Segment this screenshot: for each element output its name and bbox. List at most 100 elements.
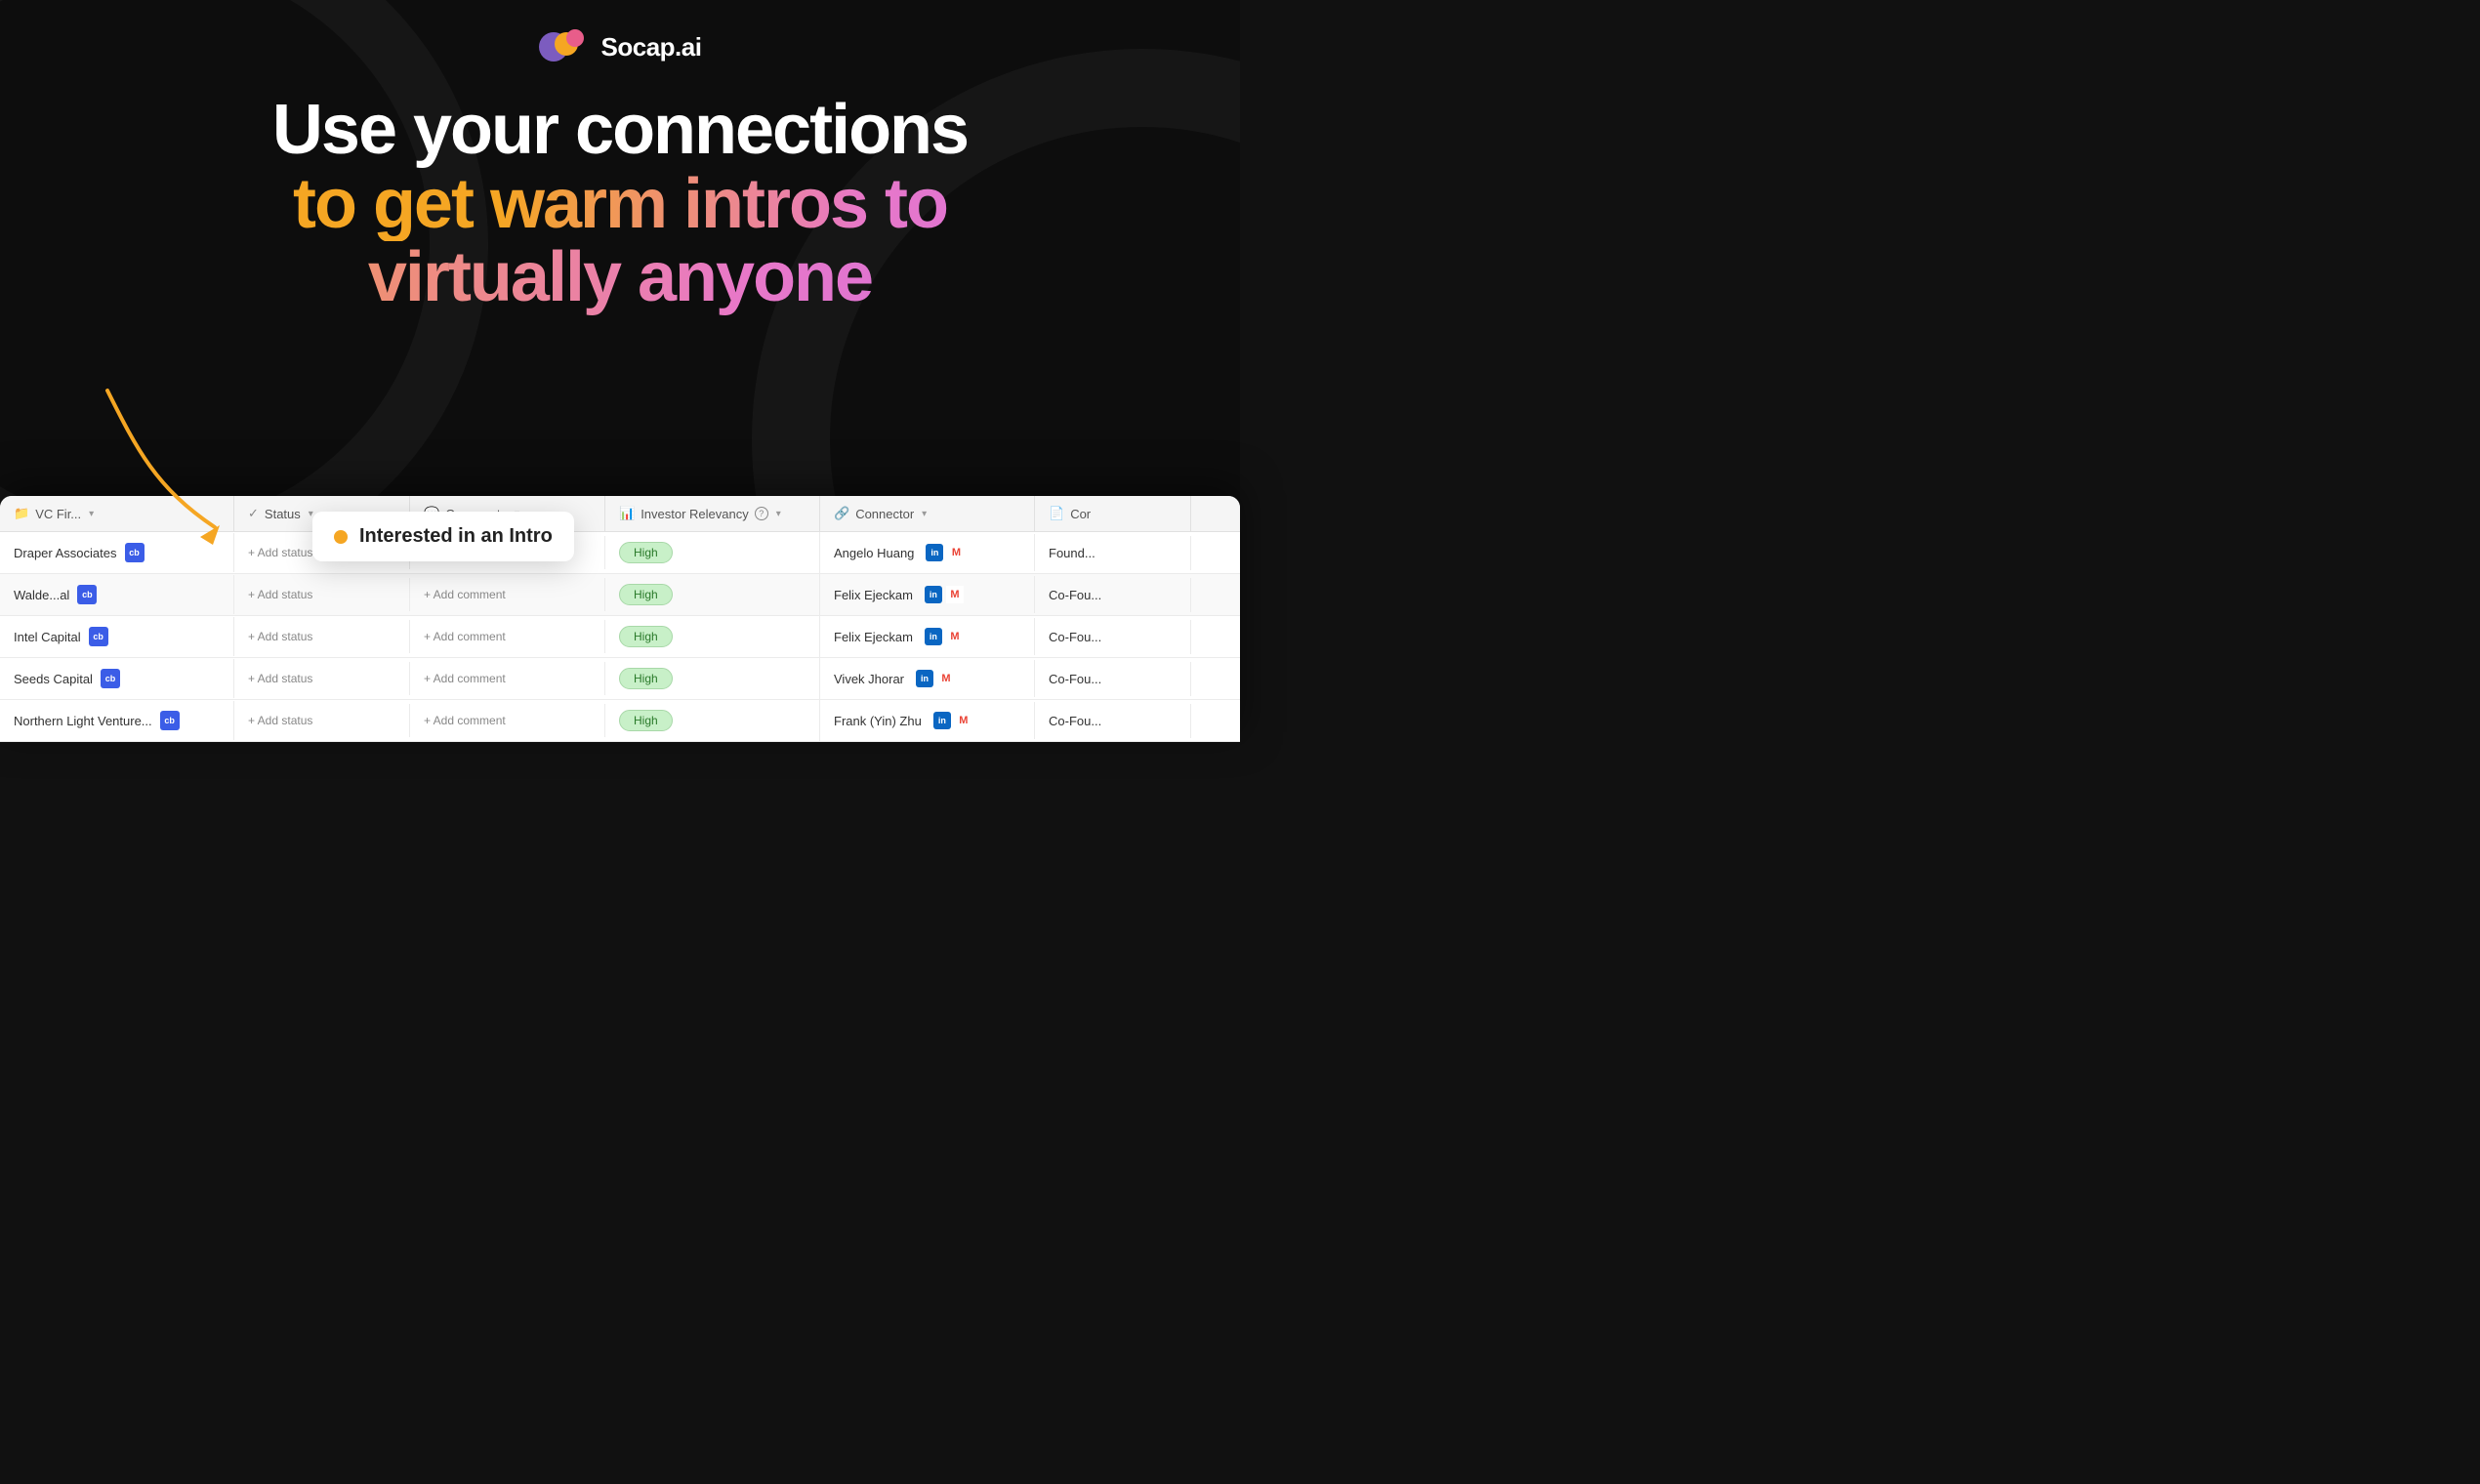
cor-value-3: Co-Fou...: [1049, 630, 1101, 644]
td-cor-2: Co-Fou...: [1035, 578, 1191, 612]
crunchbase-icon[interactable]: cb: [77, 585, 97, 604]
relevancy-badge-4: High: [619, 668, 673, 689]
table-row: Seeds Capital cb + Add status + Add comm…: [0, 658, 1240, 700]
td-connector-3: Felix Ejeckam in M: [820, 618, 1035, 655]
relevancy-badge-5: High: [619, 710, 673, 731]
th-cor-label: Cor: [1070, 507, 1091, 521]
th-connector[interactable]: 🔗 Connector ▾: [820, 496, 1035, 531]
th-vc-label: VC Fir...: [35, 507, 81, 521]
logo-icon: [539, 29, 590, 64]
gmail-icon[interactable]: M: [937, 670, 955, 687]
folder-icon: 📁: [14, 506, 29, 521]
connector-icon: 🔗: [834, 506, 849, 521]
connector-icons-2: in M: [925, 586, 964, 603]
gmail-icon[interactable]: M: [946, 586, 964, 603]
linkedin-icon[interactable]: in: [925, 586, 942, 603]
relevancy-badge-3: High: [619, 626, 673, 647]
linkedin-icon[interactable]: in: [933, 712, 951, 729]
connector-icons-4: in M: [916, 670, 955, 687]
add-status-btn-1[interactable]: + Add status: [248, 546, 312, 559]
add-status-btn-4[interactable]: + Add status: [248, 672, 312, 685]
add-status-btn-5[interactable]: + Add status: [248, 714, 312, 727]
td-relevancy-3: High: [605, 616, 820, 657]
td-status-2[interactable]: + Add status: [234, 578, 410, 611]
header: Socap.ai: [0, 0, 1240, 64]
table-row: Draper Associates cb + Add status + Add …: [0, 532, 1240, 574]
td-vc-2: Walde...al cb: [0, 575, 234, 614]
vc-name-2: Walde...al: [14, 588, 69, 602]
td-comments-4[interactable]: + Add comment: [410, 662, 605, 695]
add-status-btn-3[interactable]: + Add status: [248, 630, 312, 643]
linkedin-icon[interactable]: in: [926, 544, 943, 561]
td-comments-3[interactable]: + Add comment: [410, 620, 605, 653]
relevancy-badge-2: High: [619, 584, 673, 605]
gmail-icon[interactable]: M: [947, 544, 965, 561]
td-vc-3: Intel Capital cb: [0, 617, 234, 656]
cor-value-2: Co-Fou...: [1049, 588, 1101, 602]
th-connector-label: Connector: [855, 507, 914, 521]
cor-value-1: Found...: [1049, 546, 1095, 560]
td-cor-5: Co-Fou...: [1035, 704, 1191, 738]
td-comments-2[interactable]: + Add comment: [410, 578, 605, 611]
connector-icons-1: in M: [926, 544, 965, 561]
linkedin-icon[interactable]: in: [925, 628, 942, 645]
td-comments-5[interactable]: + Add comment: [410, 704, 605, 737]
td-relevancy-2: High: [605, 574, 820, 615]
td-connector-4: Vivek Jhorar in M: [820, 660, 1035, 697]
td-vc-5: Northern Light Venture... cb: [0, 701, 234, 740]
table-row: Walde...al cb + Add status + Add comment…: [0, 574, 1240, 616]
td-cor-1: Found...: [1035, 536, 1191, 570]
th-relevancy[interactable]: 📊 Investor Relevancy ? ▾: [605, 496, 820, 531]
gmail-icon[interactable]: M: [946, 628, 964, 645]
td-status-3[interactable]: + Add status: [234, 620, 410, 653]
crunchbase-icon[interactable]: cb: [125, 543, 145, 562]
td-status-5[interactable]: + Add status: [234, 704, 410, 737]
th-vc[interactable]: 📁 VC Fir... ▾: [0, 496, 234, 531]
chart-icon: 📊: [619, 506, 635, 521]
connector-icons-3: in M: [925, 628, 964, 645]
connector-name-1: Angelo Huang: [834, 546, 914, 560]
document-icon: 📄: [1049, 506, 1064, 521]
data-table: 📁 VC Fir... ▾ ✓ Status ▾ 💬 Comments ▾ 📊 …: [0, 496, 1240, 742]
help-icon: ?: [755, 507, 768, 520]
td-connector-2: Felix Ejeckam in M: [820, 576, 1035, 613]
table-body: Draper Associates cb + Add status + Add …: [0, 532, 1240, 742]
td-relevancy-5: High: [605, 700, 820, 741]
connector-name-5: Frank (Yin) Zhu: [834, 714, 922, 728]
td-vc-4: Seeds Capital cb: [0, 659, 234, 698]
connector-name-3: Felix Ejeckam: [834, 630, 913, 644]
hero-section: Use your connections to get warm intros …: [0, 64, 1240, 315]
connector-icons-5: in M: [933, 712, 972, 729]
th-relevancy-label: Investor Relevancy: [641, 507, 749, 521]
chevron-down-icon: ▾: [89, 509, 94, 519]
add-comment-btn-2[interactable]: + Add comment: [424, 588, 506, 601]
gmail-icon[interactable]: M: [955, 712, 972, 729]
hero-line1: Use your connections: [20, 94, 1220, 168]
add-comment-btn-3[interactable]: + Add comment: [424, 630, 506, 643]
vc-name-3: Intel Capital: [14, 630, 81, 644]
logo-circle-pink: [566, 29, 584, 47]
td-status-4[interactable]: + Add status: [234, 662, 410, 695]
check-circle-icon: ✓: [248, 506, 259, 521]
linkedin-icon[interactable]: in: [916, 670, 933, 687]
crunchbase-icon[interactable]: cb: [89, 627, 108, 646]
table-row: Northern Light Venture... cb + Add statu…: [0, 700, 1240, 742]
crunchbase-icon[interactable]: cb: [160, 711, 180, 730]
connector-name-4: Vivek Jhorar: [834, 672, 904, 686]
vc-name-5: Northern Light Venture...: [14, 714, 152, 728]
add-comment-btn-5[interactable]: + Add comment: [424, 714, 506, 727]
cor-value-5: Co-Fou...: [1049, 714, 1101, 728]
tooltip-dot-icon: [334, 530, 348, 544]
th-cor[interactable]: 📄 Cor: [1035, 496, 1191, 531]
table-header: 📁 VC Fir... ▾ ✓ Status ▾ 💬 Comments ▾ 📊 …: [0, 496, 1240, 532]
vc-name-1: Draper Associates: [14, 546, 117, 560]
hero-line3: virtually anyone: [20, 241, 1220, 315]
th-status-label: Status: [265, 507, 301, 521]
td-vc-1: Draper Associates cb: [0, 533, 234, 572]
td-connector-1: Angelo Huang in M: [820, 534, 1035, 571]
add-status-btn-2[interactable]: + Add status: [248, 588, 312, 601]
logo-text: Socap.ai: [601, 32, 702, 62]
crunchbase-icon[interactable]: cb: [101, 669, 120, 688]
add-comment-btn-4[interactable]: + Add comment: [424, 672, 506, 685]
td-cor-3: Co-Fou...: [1035, 620, 1191, 654]
